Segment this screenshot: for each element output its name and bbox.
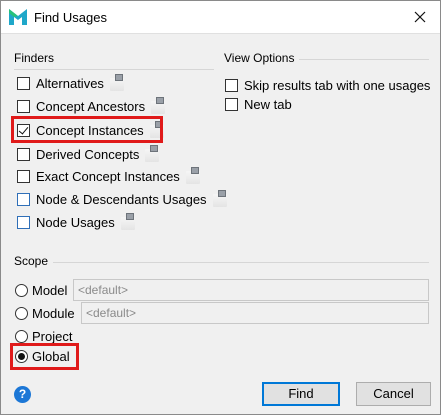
finder-label: Concept Ancestors [36,98,146,114]
scope-option-label: Model [32,282,68,298]
scope-option-label: Module [32,305,75,321]
view-options-separator [299,59,429,60]
checkbox[interactable] [17,215,30,229]
help-icon [212,189,228,207]
checkbox[interactable] [225,78,238,92]
finder-label: Node & Descendants Usages [36,191,207,207]
finder-node-usages[interactable]: Node Usages [17,212,136,232]
checkbox[interactable] [17,99,30,113]
checkbox[interactable] [17,147,30,161]
help-icon [120,212,136,230]
option-label: New tab [244,96,292,112]
radio-button[interactable] [15,283,28,297]
help-icon [145,144,160,162]
title-bar: Find Usages [1,1,440,34]
finder-exact-concept-instances[interactable]: Exact Concept Instances [17,166,201,186]
help-icon [151,96,166,114]
help-icon [185,166,201,184]
checkbox[interactable] [17,169,30,183]
scope-model[interactable]: Model [15,280,67,300]
finders-label: Finders [14,51,55,65]
scope-separator [53,262,429,263]
find-usages-dialog: Find Usages Finders Alternatives Concept… [0,0,441,415]
finders-separator [14,69,214,70]
module-scope-input[interactable]: <default> [81,302,429,324]
checkbox[interactable] [17,76,30,90]
finder-node-descendants-usages[interactable]: Node & Descendants Usages [17,189,228,209]
window-title: Find Usages [34,10,107,25]
scope-option-label: Project [32,328,73,344]
finder-alternatives[interactable]: Alternatives [17,73,125,93]
finder-concept-ancestors[interactable]: Concept Ancestors [17,96,166,116]
radio-button[interactable] [15,329,28,343]
finder-derived-concepts[interactable]: Derived Concepts [17,144,160,164]
finder-label: Node Usages [36,214,115,230]
view-options-label: View Options [224,51,295,65]
skip-results-tab-option[interactable]: Skip results tab with one usages [225,75,430,95]
finder-label: Alternatives [36,75,104,91]
highlight-box-concept-instances [11,116,163,143]
new-tab-option[interactable]: New tab [225,94,292,114]
finder-label: Exact Concept Instances [36,168,180,184]
cancel-button[interactable]: Cancel [356,382,431,406]
help-icon [109,73,125,91]
option-label: Skip results tab with one usages [244,77,431,93]
finder-label: Derived Concepts [36,146,140,162]
mps-logo-icon [9,9,27,25]
find-button[interactable]: Find [262,382,340,406]
checkbox[interactable] [17,192,30,206]
model-scope-input[interactable]: <default> [73,279,429,301]
close-icon [414,11,426,23]
checkbox[interactable] [225,97,238,111]
help-button[interactable]: ? [14,386,31,403]
close-button[interactable] [400,1,440,33]
scope-label: Scope [14,254,49,268]
highlight-box-global [10,343,79,370]
scope-module[interactable]: Module [15,303,75,323]
radio-button[interactable] [15,306,28,320]
